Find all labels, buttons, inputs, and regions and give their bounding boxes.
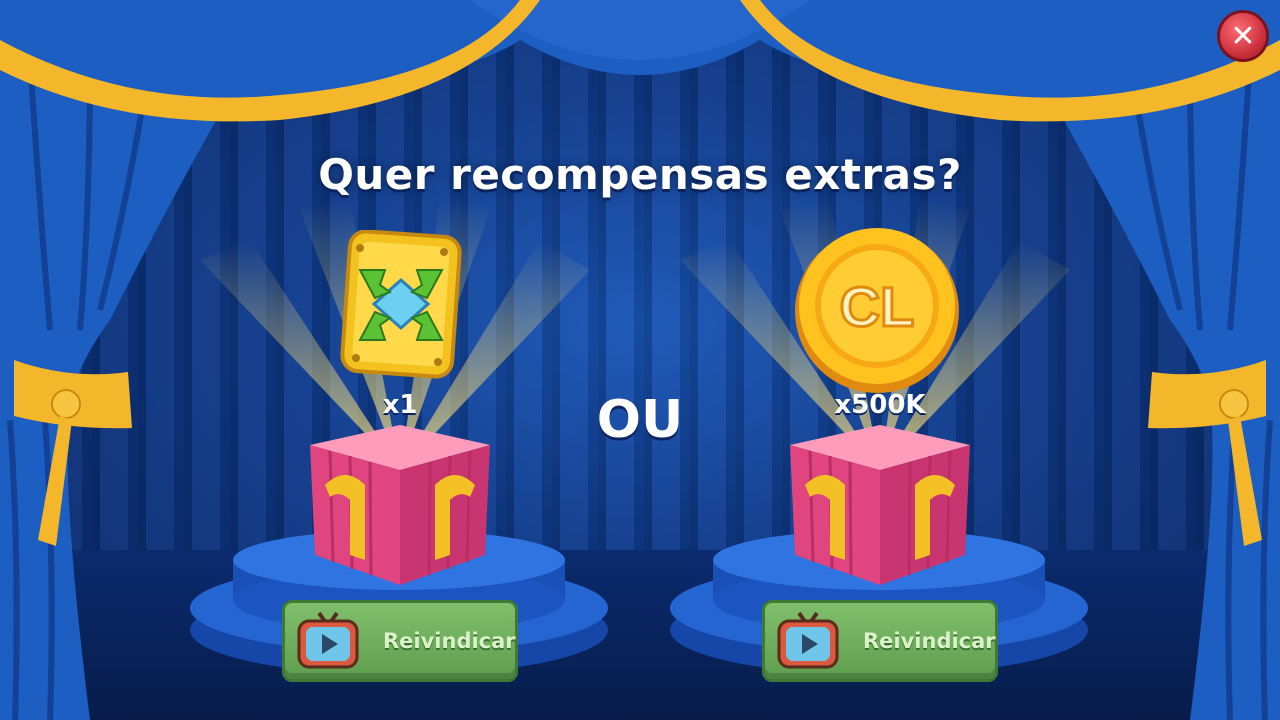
tv-play-icon: [297, 611, 359, 669]
claim-button-tile-booster[interactable]: Reivindicar: [282, 600, 518, 682]
tile-booster-icon: [340, 230, 462, 379]
separator-label: OU: [596, 390, 684, 450]
claim-label: Reivindicar: [383, 629, 516, 653]
claim-button-coins[interactable]: Reivindicar: [762, 600, 998, 682]
curtain-valance: [0, 0, 1280, 122]
curtain-left: [0, 60, 250, 720]
gift-box-right: [790, 425, 970, 585]
close-button[interactable]: ✕: [1217, 10, 1269, 62]
coin-letters: CL: [840, 275, 915, 338]
coin-quantity: x500K: [834, 390, 926, 420]
coin-icon: CL: [795, 228, 959, 393]
curtain-right: [1030, 60, 1280, 720]
close-icon: ✕: [1230, 18, 1256, 54]
claim-label: Reivindicar: [863, 629, 996, 653]
gift-box-left: [310, 425, 490, 585]
tv-play-icon: [777, 611, 839, 669]
tile-booster-quantity: x1: [382, 390, 418, 420]
